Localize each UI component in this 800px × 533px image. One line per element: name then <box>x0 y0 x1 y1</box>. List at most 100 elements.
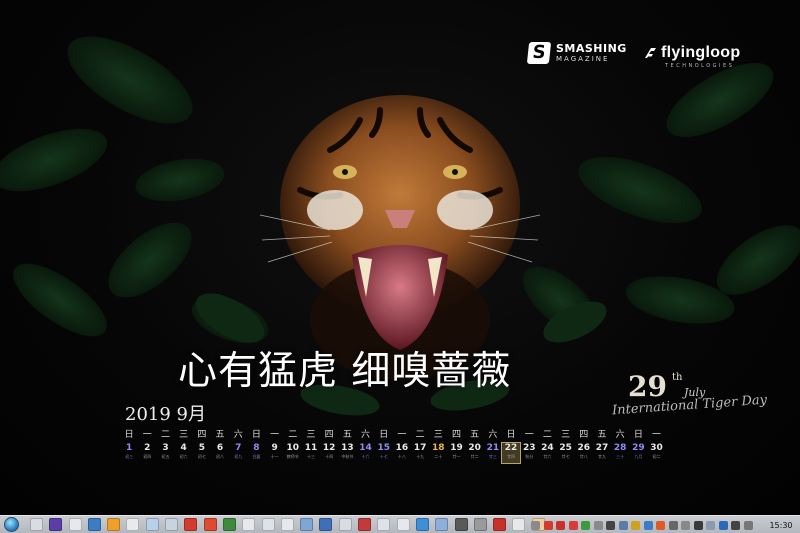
calendar-day-number: 6 <box>216 443 224 453</box>
calendar-day-lunar: 教师节 <box>286 454 299 459</box>
calendar-day-lunar: 白露 <box>252 454 261 459</box>
taskbar-app-icon[interactable] <box>261 518 275 531</box>
tray-icon[interactable] <box>668 520 678 530</box>
leaves-right <box>522 63 800 334</box>
calendar-day: 29 九月 <box>629 443 647 463</box>
tray-icon[interactable] <box>618 520 628 530</box>
calendar-weekday: 四 <box>197 430 207 440</box>
taskbar-app-icon[interactable] <box>145 518 159 531</box>
taskbar-app-icon[interactable] <box>203 518 217 531</box>
calendar-day-lunar: 廿二 <box>470 454 479 459</box>
calendar-day-lunar: 十七 <box>379 454 388 459</box>
tray-icon[interactable] <box>656 520 665 530</box>
calendar-weekday: 三 <box>561 430 571 440</box>
calendar-day-lunar: 廿一 <box>452 454 461 459</box>
taskbar-app-icon[interactable] <box>319 518 333 531</box>
taskbar-app-icon[interactable] <box>68 518 82 531</box>
tray-icon[interactable] <box>718 520 728 530</box>
calendar-weekday: 四 <box>579 430 589 440</box>
calendar-day-number: 30 <box>650 443 663 453</box>
calendar-day-number: 19 <box>450 443 463 453</box>
calendar-weekday: 四 <box>324 430 334 440</box>
flyingloop-wordmark: flyingloop <box>661 44 741 61</box>
taskbar-app-icon[interactable] <box>358 518 372 531</box>
tiger-head <box>259 95 541 380</box>
taskbar-app-icon[interactable] <box>280 518 294 531</box>
calendar-day: 17 十九 <box>411 443 429 463</box>
taskbar-app-icon[interactable] <box>338 518 352 531</box>
taskbar-app-icon[interactable] <box>396 518 410 531</box>
calendar-weekday: 六 <box>233 430 243 440</box>
tray-icon[interactable] <box>543 520 553 530</box>
tray-icon[interactable] <box>531 520 540 530</box>
calendar-weekday: 三 <box>306 430 316 440</box>
taskbar-app-icon[interactable] <box>242 518 256 531</box>
calendar-day-lunar: 九月 <box>634 454 643 459</box>
calendar-day-number: 18 <box>432 443 445 453</box>
taskbar-app-icon[interactable] <box>49 518 63 531</box>
calendar-weekday: 日 <box>633 430 643 440</box>
calendar-day-number: 28 <box>613 443 627 453</box>
calendar-weekday-row: 日一二三四五六日一二三四五六日一二三四五六日一二三四五六日一 <box>120 427 666 440</box>
calendar-weekday: 五 <box>470 430 480 440</box>
calendar-day-lunar: 廿六 <box>543 454 552 459</box>
tray-icon[interactable] <box>581 520 590 530</box>
calendar-day-lunar: 廿七 <box>561 454 570 459</box>
taskbar-app-icon[interactable] <box>126 518 140 531</box>
calendar-day-lunar: 初三 <box>125 454 134 459</box>
calendar-day-lunar: 廿三 <box>488 454 497 459</box>
taskbar-app-icon[interactable] <box>165 518 179 531</box>
calendar-day-lunar: 初六 <box>179 454 188 459</box>
tray-icon[interactable] <box>593 520 603 530</box>
tray-icon[interactable] <box>743 520 753 530</box>
calendar-day-lunar: 十一 <box>270 454 279 459</box>
calendar-day-number: 20 <box>468 443 481 453</box>
calendar-day-lunar: 三十 <box>616 454 625 459</box>
taskbar-app-icon[interactable] <box>184 518 198 531</box>
taskbar-app-icon[interactable] <box>300 518 314 531</box>
calendar-day-lunar: 初二 <box>652 454 661 459</box>
taskbar-app-icon[interactable] <box>473 518 487 531</box>
calendar-day: 19 廿一 <box>447 443 465 463</box>
calendar-weekday: 一 <box>142 430 152 440</box>
calendar-day: 26 廿八 <box>575 443 593 463</box>
taskbar-app-icon[interactable] <box>107 518 121 531</box>
tray-icon[interactable] <box>681 520 690 530</box>
taskbar-app-icon[interactable] <box>435 518 449 531</box>
tray-icon[interactable] <box>693 520 703 530</box>
tray-icon[interactable] <box>631 520 640 530</box>
calendar-day-number: 14 <box>359 443 372 453</box>
calendar-day-number: 8 <box>253 443 260 453</box>
tray-icon[interactable] <box>706 520 715 530</box>
calendar-day-lunar: 十八 <box>397 454 406 459</box>
taskbar-app-icon[interactable] <box>415 518 429 531</box>
flyingloop-tagline: TECHNOLOGIES <box>665 63 735 69</box>
calendar-day-number: 2 <box>144 443 151 453</box>
taskbar-app-icon[interactable] <box>30 518 43 531</box>
calendar-day-lunar: 秋分 <box>525 454 534 459</box>
smashing-subtitle: MAGAZINE <box>556 54 610 63</box>
taskbar-app-icon[interactable] <box>512 518 526 531</box>
tray-icon[interactable] <box>731 520 740 530</box>
calendar-weekday: 日 <box>506 430 516 440</box>
calendar-day: 7 初九 <box>229 443 247 463</box>
calendar-day: 9 十一 <box>266 443 284 463</box>
calendar-day: 3 初五 <box>156 443 174 463</box>
tray-icon[interactable] <box>556 520 565 530</box>
start-button[interactable] <box>0 516 22 533</box>
tray-icon[interactable] <box>643 520 653 530</box>
tray-icon[interactable] <box>606 520 615 530</box>
tray-icon[interactable] <box>568 520 578 530</box>
taskbar-app-icon[interactable] <box>377 518 391 531</box>
taskbar-app-icon[interactable] <box>454 518 468 531</box>
smashing-wordmark: SMASHING <box>556 41 627 55</box>
calendar-day-lunar: 中秋节 <box>341 454 354 459</box>
taskbar-app-icon[interactable] <box>87 518 101 531</box>
flyingloop-logo: flyingloop TECHNOLOGIES <box>643 44 740 69</box>
calendar-title: 2019 9月 <box>125 404 206 425</box>
taskbar-app-icon[interactable] <box>493 518 507 531</box>
taskbar-clock[interactable]: 15:30 <box>762 521 800 530</box>
taskbar-app-icon[interactable] <box>222 518 236 531</box>
calendar-day: 18 二十 <box>429 443 447 463</box>
calendar-day-number: 29 <box>632 443 645 453</box>
